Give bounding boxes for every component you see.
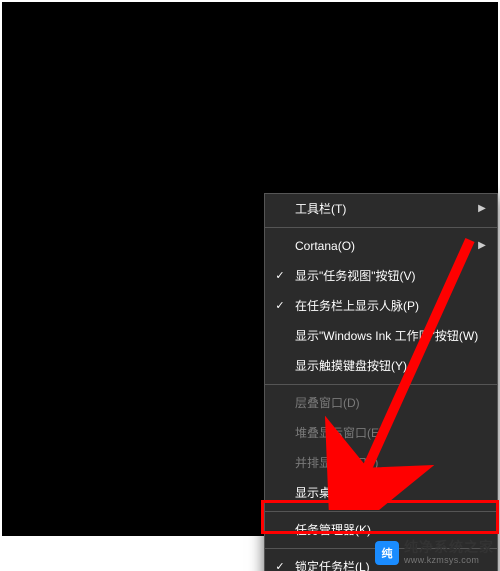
menu-item: 层叠窗口(D)	[265, 388, 497, 418]
menu-separator	[265, 511, 497, 512]
menu-item-label: 显示"Windows Ink 工作区"按钮(W)	[295, 329, 478, 343]
menu-item[interactable]: Cortana(O) ▶	[265, 231, 497, 261]
watermark-cn: 纯净系统之家	[404, 540, 494, 555]
watermark-logo: 纯	[375, 541, 399, 565]
menu-item-label: 显示"任务视图"按钮(V)	[295, 269, 416, 283]
screenshot-stage: 工具栏(T) ▶ Cortana(O) ▶ ✓ 显示"任务视图"按钮(V) ✓ 在任务栏上显示…	[0, 0, 500, 571]
watermark-url: www.kzmsys.com	[404, 556, 494, 566]
menu-item[interactable]: 显示触摸键盘按钮(Y)	[265, 351, 497, 381]
menu-item-label: 堆叠显示窗口(E)	[295, 426, 383, 440]
menu-item[interactable]: ✓ 在任务栏上显示人脉(P)	[265, 291, 497, 321]
menu-item-label: 显示桌面(S)	[295, 486, 359, 500]
menu-item-label: 层叠窗口(D)	[295, 396, 360, 410]
check-icon: ✓	[273, 261, 287, 291]
menu-item-label: Cortana(O)	[295, 239, 355, 253]
check-icon: ✓	[273, 552, 287, 571]
taskbar-context-menu: 工具栏(T) ▶ Cortana(O) ▶ ✓ 显示"任务视图"按钮(V) ✓ 在任务栏上显示…	[264, 193, 498, 571]
menu-item[interactable]: ✓ 显示"任务视图"按钮(V)	[265, 261, 497, 291]
menu-item-label: 显示触摸键盘按钮(Y)	[295, 359, 407, 373]
menu-item-label: 任务管理器(K)	[295, 523, 371, 537]
watermark: 纯 纯净系统之家 www.kzmsys.com	[375, 537, 494, 569]
check-icon: ✓	[273, 291, 287, 321]
menu-separator	[265, 227, 497, 228]
menu-item[interactable]: 显示桌面(S)	[265, 478, 497, 508]
menu-item-label: 工具栏(T)	[295, 202, 346, 216]
menu-item[interactable]: 工具栏(T) ▶	[265, 194, 497, 224]
watermark-text: 纯净系统之家 www.kzmsys.com	[404, 540, 494, 565]
chevron-right-icon: ▶	[477, 231, 487, 261]
menu-item-label: 锁定任务栏(L)	[295, 560, 370, 571]
menu-item-label: 并排显示窗口(I)	[295, 456, 378, 470]
menu-item[interactable]: 显示"Windows Ink 工作区"按钮(W)	[265, 321, 497, 351]
chevron-right-icon: ▶	[477, 194, 487, 224]
menu-item: 并排显示窗口(I)	[265, 448, 497, 478]
menu-separator	[265, 384, 497, 385]
menu-item: 堆叠显示窗口(E)	[265, 418, 497, 448]
menu-item-label: 在任务栏上显示人脉(P)	[295, 299, 419, 313]
